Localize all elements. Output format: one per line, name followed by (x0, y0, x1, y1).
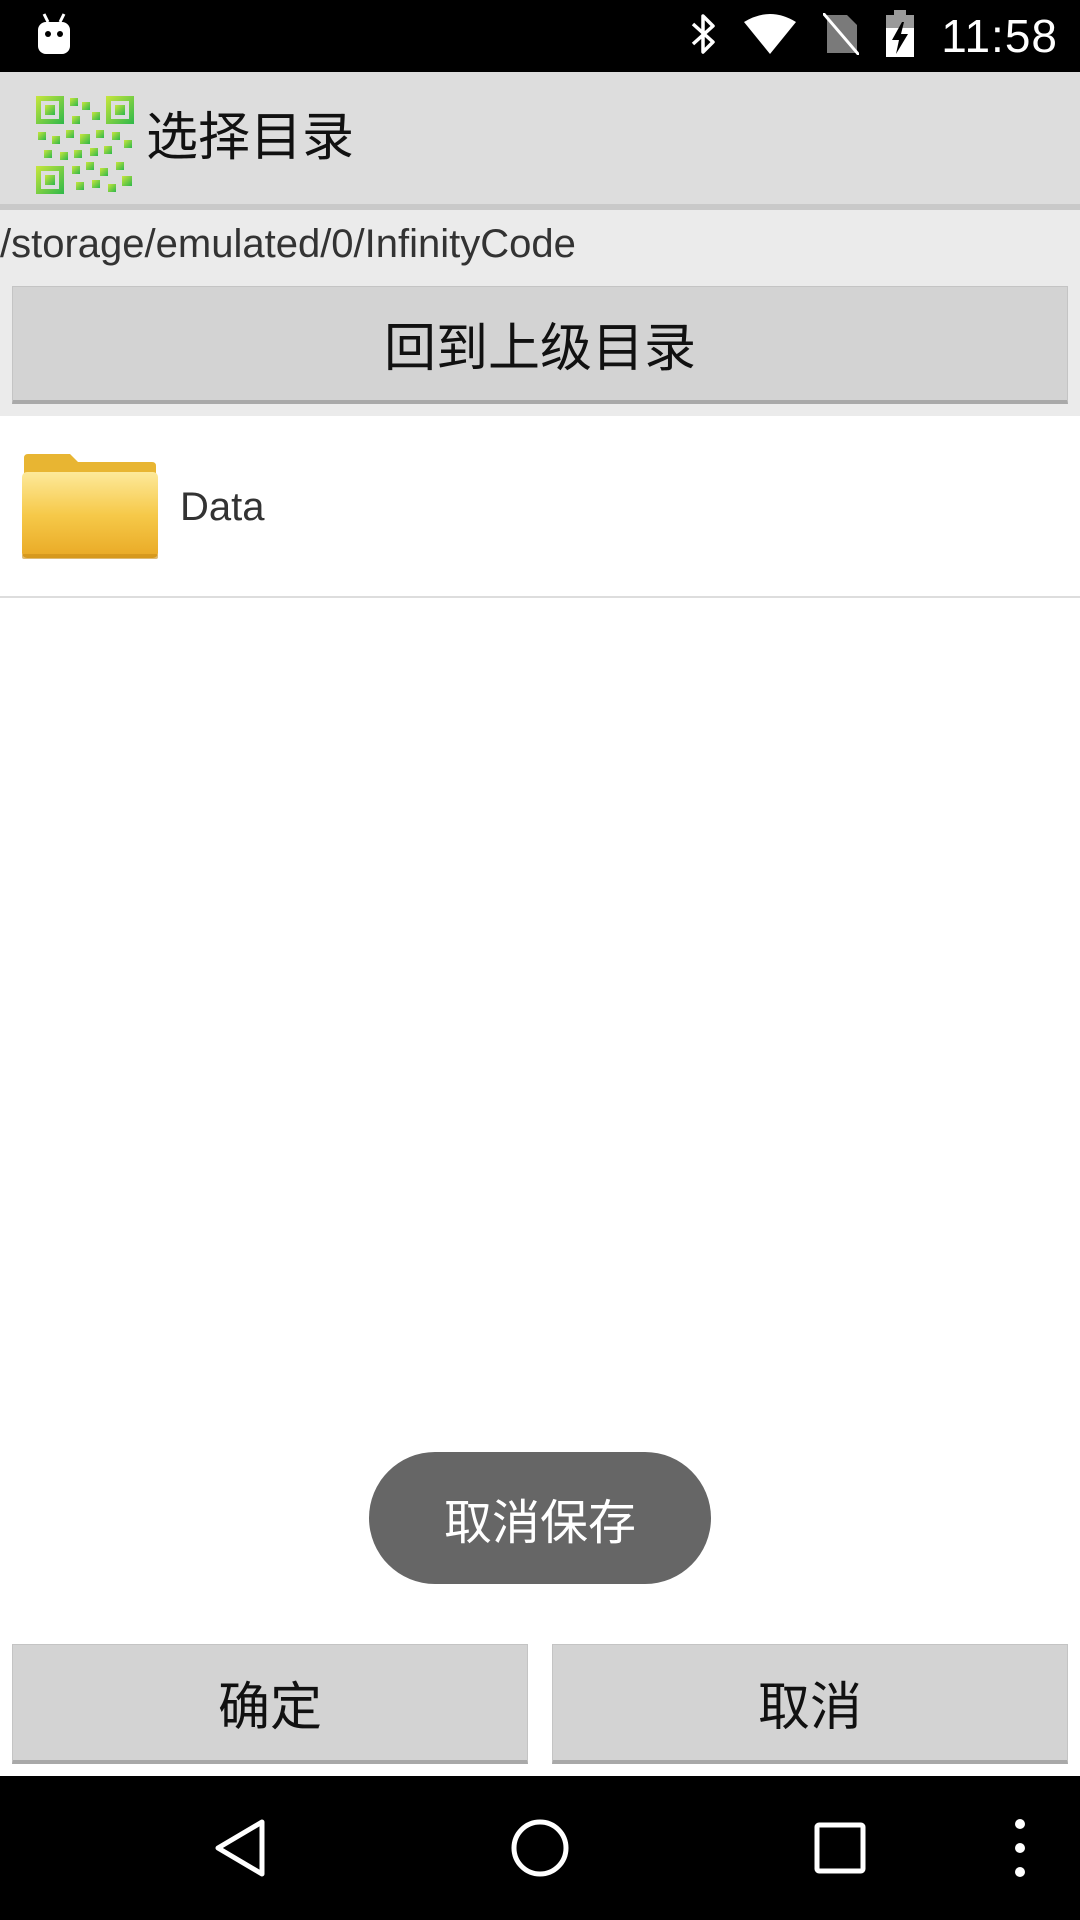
home-icon[interactable] (490, 1776, 590, 1920)
navigation-bar (0, 1776, 1080, 1920)
no-sim-icon (822, 12, 861, 59)
list-item[interactable]: Data (0, 416, 1080, 598)
status-icons: 11:58 (689, 0, 1058, 72)
toast-message: 取消保存 (369, 1452, 711, 1584)
path-panel: /storage/emulated/0/InfinityCode 回到上级目录 (0, 210, 1080, 416)
android-debug-icon (34, 12, 74, 56)
folder-icon (20, 450, 160, 562)
page-title: 选择目录 (146, 108, 355, 168)
bluetooth-icon (689, 12, 717, 60)
qr-code-app-icon (36, 96, 134, 194)
file-name: Data (180, 485, 265, 529)
battery-charging-icon (885, 10, 915, 62)
status-time: 11:58 (941, 10, 1058, 62)
current-path: /storage/emulated/0/InfinityCode (0, 222, 576, 266)
action-bar: 选择目录 (0, 72, 1080, 210)
overflow-menu-icon[interactable] (990, 1776, 1050, 1920)
status-bar: 11:58 (0, 0, 1080, 72)
recents-icon[interactable] (790, 1776, 890, 1920)
back-icon[interactable] (190, 1776, 290, 1920)
confirm-button[interactable]: 确定 (12, 1644, 528, 1764)
cancel-button[interactable]: 取消 (552, 1644, 1068, 1764)
parent-directory-button[interactable]: 回到上级目录 (12, 286, 1068, 404)
wifi-icon (743, 14, 797, 58)
